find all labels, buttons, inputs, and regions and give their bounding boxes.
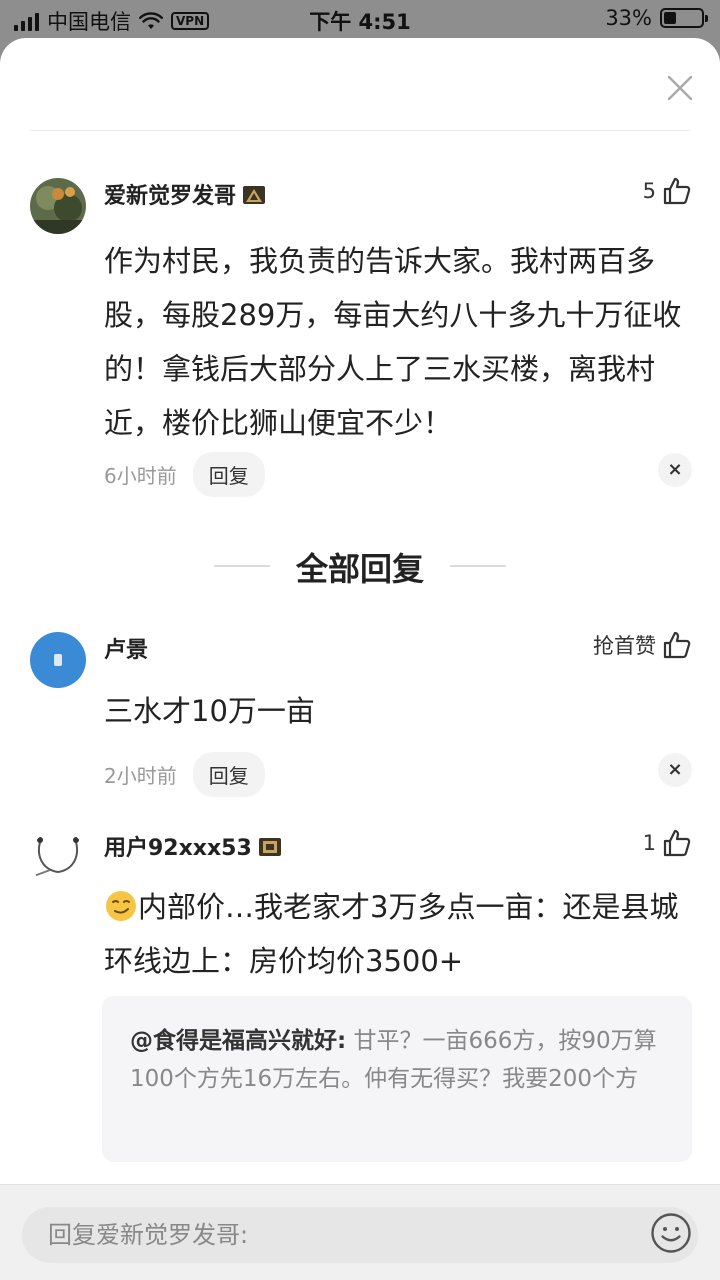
header-line-left <box>214 565 270 567</box>
comment-text: 三水才10万一亩 <box>104 694 315 728</box>
like-button[interactable]: 5 <box>643 176 692 206</box>
comment-text: 作为村民，我负责的告诉大家。我村两百多股，每股289万，每亩大约八十多九十万征收… <box>104 244 682 440</box>
battery-icon <box>660 8 708 28</box>
like-count: 抢首赞 <box>593 634 656 658</box>
status-bar: 中国电信 VPN 下午 4:51 33% <box>0 0 720 38</box>
comment-meta: 2小时前 回复 <box>104 752 265 797</box>
thumbs-up-icon <box>663 631 691 659</box>
quoted-username[interactable]: @食得是福高兴就好: <box>130 1028 346 1054</box>
level-badge-icon <box>258 838 281 856</box>
status-right: 33% <box>605 6 708 30</box>
comment-time: 6小时前 <box>104 464 177 488</box>
dismiss-button[interactable]: × <box>658 453 692 487</box>
section-header: 全部回复 <box>0 544 720 590</box>
reply-button[interactable]: 回复 <box>192 752 265 797</box>
divider <box>30 130 690 131</box>
smirk-emoji-icon <box>106 891 136 921</box>
avatar[interactable] <box>30 632 86 688</box>
close-icon[interactable] <box>666 74 694 102</box>
comment-meta: 6小时前 回复 <box>104 452 265 497</box>
thumbs-up-icon <box>663 177 691 205</box>
like-button[interactable]: 1 <box>643 828 692 858</box>
username[interactable]: 用户92xxx53 <box>104 830 282 862</box>
reply-input-bar: 回复爱新觉罗发哥: <box>0 1184 720 1280</box>
username-text: 用户92xxx53 <box>104 836 252 861</box>
like-count: 1 <box>642 831 656 855</box>
reply-button[interactable]: 回复 <box>192 452 265 497</box>
avatar[interactable] <box>30 830 86 886</box>
reply-input[interactable]: 回复爱新觉罗发哥: <box>22 1207 698 1263</box>
avatar[interactable] <box>30 178 86 234</box>
comment-text-content: 内部价…我老家才3万多点一亩：还是县城环线边上：房价均价3500+ <box>104 890 679 978</box>
comment-sheet: 爱新觉罗发哥 5 作为村民，我负责的告诉大家。我村两百多股，每股289万，每亩大… <box>0 38 720 1280</box>
level-badge-icon <box>243 186 266 204</box>
comment-time: 2小时前 <box>104 764 177 788</box>
like-count: 5 <box>642 179 656 203</box>
section-title: 全部回复 <box>295 550 424 588</box>
emoji-icon[interactable] <box>650 1212 692 1254</box>
battery-fill <box>664 12 676 24</box>
comment-text: 内部价…我老家才3万多点一亩：还是县城环线边上：房价均价3500+ <box>104 880 692 988</box>
battery-percent: 33% <box>605 6 652 30</box>
thumbs-up-icon <box>663 829 691 857</box>
quoted-reply[interactable]: @食得是福高兴就好: 甘平？一亩666方，按90万算100个方先16万左右。仲有… <box>102 996 692 1162</box>
dismiss-button[interactable]: × <box>658 753 692 787</box>
like-button[interactable]: 抢首赞 <box>593 630 692 660</box>
username-text: 爱新觉罗发哥 <box>104 184 237 209</box>
username[interactable]: 卢景 <box>104 632 148 664</box>
header-line-right <box>450 565 506 567</box>
username[interactable]: 爱新觉罗发哥 <box>104 178 266 210</box>
